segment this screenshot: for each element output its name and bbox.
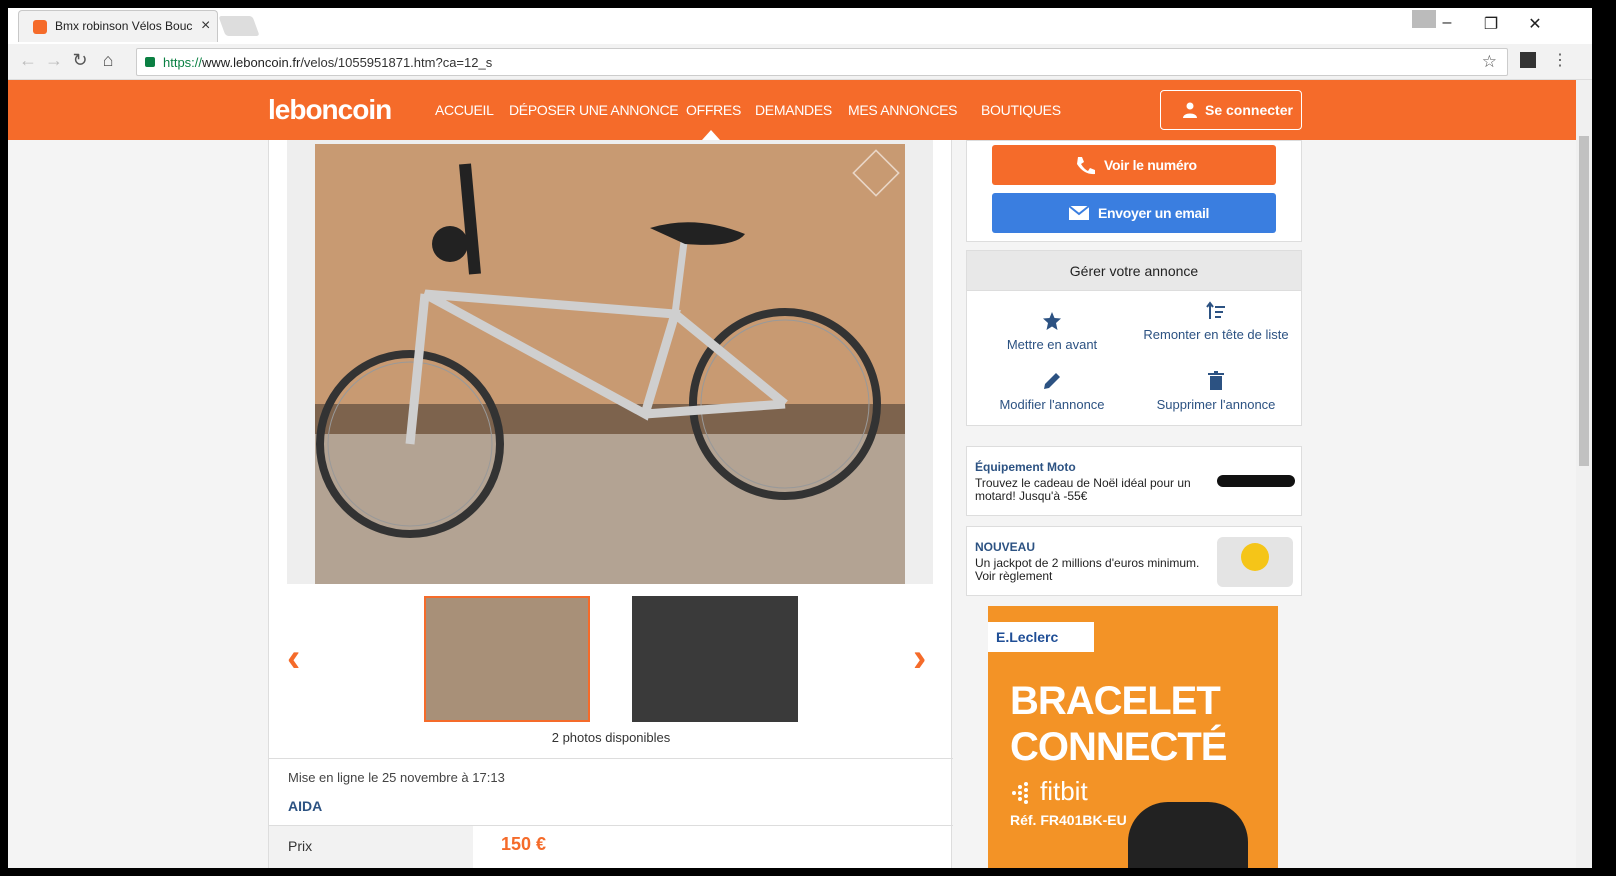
fitbit-dots-icon: [1012, 782, 1028, 804]
posted-date: Mise en ligne le 25 novembre à 17:13: [288, 770, 505, 785]
bracelet-image: [1128, 802, 1248, 868]
price-row: Prix 150 €: [269, 826, 953, 868]
thumbnail-2[interactable]: [632, 596, 798, 722]
send-email-button[interactable]: Envoyer un email: [992, 193, 1276, 233]
nav-deposer[interactable]: Déposer une annonce: [509, 102, 679, 118]
nav-mes-annonces[interactable]: Mes annonces: [848, 102, 958, 118]
page-scrollbar[interactable]: [1576, 80, 1592, 868]
pencil-icon: [1044, 373, 1060, 389]
photos-count: 2 photos disponibles: [551, 730, 671, 745]
nav-boutiques[interactable]: Boutiques: [981, 102, 1061, 118]
chevron-left-icon[interactable]: ‹: [287, 636, 300, 681]
phone-icon: [1077, 157, 1095, 175]
close-tab-icon[interactable]: ×: [201, 17, 210, 35]
thumbnail-1[interactable]: [424, 596, 590, 722]
trash-icon: [1208, 371, 1224, 390]
lock-icon: [145, 57, 155, 67]
browser-window: Bmx robinson Vélos Bouc × – ❐ ✕ ← → ↻ ⌂ …: [8, 8, 1592, 868]
site-logo[interactable]: leboncoin: [268, 94, 392, 126]
tab-strip: Bmx robinson Vélos Bouc × – ❐ ✕: [8, 8, 1592, 44]
contact-card: Voir le numéro Envoyer un email: [966, 140, 1302, 242]
price-value: 150 €: [501, 834, 547, 854]
sort-up-icon: [1206, 301, 1225, 319]
nav-offres[interactable]: Offres: [686, 102, 741, 118]
photo-viewer: [287, 140, 933, 584]
nav-accueil[interactable]: Accueil: [435, 102, 494, 118]
leclerc-logo: E.Leclerc: [988, 622, 1094, 652]
scroll-thumb[interactable]: [1579, 136, 1589, 466]
bump-action[interactable]: Remonter en tête de liste: [1141, 301, 1291, 342]
mail-icon: [1068, 205, 1090, 220]
tab-title: Bmx robinson Vélos Bouc: [55, 19, 193, 33]
browser-toolbar: ← → ↻ ⌂ https://www.leboncoin.fr/velos/1…: [8, 44, 1592, 80]
delete-action[interactable]: Supprimer l'annonce: [1141, 371, 1291, 412]
star-icon: [1043, 312, 1061, 330]
ad-logo: [1217, 475, 1295, 487]
address-bar[interactable]: https://www.leboncoin.fr/velos/105595187…: [136, 48, 1508, 76]
minimize-icon[interactable]: –: [1432, 14, 1462, 32]
new-tab-button[interactable]: [218, 16, 260, 36]
restore-icon[interactable]: ❐: [1476, 14, 1506, 34]
browser-tab[interactable]: Bmx robinson Vélos Bouc ×: [18, 10, 218, 42]
active-nav-caret: [702, 130, 720, 140]
manage-title: Gérer votre annonce: [1069, 263, 1199, 279]
divider: [269, 758, 953, 759]
seller-name[interactable]: AIDA: [288, 798, 322, 814]
product-ref: Réf. FR401BK-EU: [1010, 812, 1127, 828]
url-text: https://www.leboncoin.fr/velos/105595187…: [163, 55, 493, 70]
nav-demandes[interactable]: Demandes: [755, 102, 832, 118]
menu-icon[interactable]: ⋮: [1552, 50, 1568, 70]
login-button[interactable]: Se connecter: [1160, 90, 1302, 130]
manage-header: Gérer votre annonce: [967, 251, 1301, 291]
forward-icon[interactable]: →: [42, 50, 66, 71]
bike-illustration: [316, 163, 881, 538]
ad-title: Équipement Moto: [975, 460, 1076, 474]
user-icon: [1183, 102, 1197, 118]
site-header: leboncoin Accueil Déposer une annonce Of…: [8, 80, 1576, 140]
main-photo[interactable]: [315, 144, 905, 584]
edit-action[interactable]: Modifier l'annonce: [977, 371, 1127, 412]
chevron-right-icon[interactable]: ›: [913, 636, 926, 681]
manage-card: Gérer votre annonce Mettre en avant Remo…: [966, 250, 1302, 426]
reload-icon[interactable]: ↻: [68, 50, 92, 71]
listing-main: ‹ › 2 photos disponibles Mise en ligne l…: [268, 140, 953, 868]
leclerc-banner[interactable]: E.Leclerc BRACELET CONNECTÉ fitbit Réf. F…: [988, 606, 1278, 868]
promote-action[interactable]: Mettre en avant: [977, 311, 1127, 352]
ad-title: NOUVEAU: [975, 540, 1036, 554]
page-viewport: leboncoin Accueil Déposer une annonce Of…: [8, 80, 1576, 868]
fitbit-wordmark: fitbit: [1040, 776, 1088, 806]
price-label: Prix: [288, 838, 313, 854]
price-label-cell: Prix: [269, 826, 473, 868]
ad-nouveau[interactable]: NOUVEAU Un jackpot de 2 millions d'euros…: [966, 526, 1302, 596]
banner-headline: BRACELET CONNECTÉ: [1010, 679, 1227, 769]
extension-icon[interactable]: [1520, 52, 1536, 68]
home-icon[interactable]: ⌂: [96, 50, 120, 71]
ad-text: Trouvez le cadeau de Noël idéal pour un …: [975, 476, 1191, 503]
close-window-icon[interactable]: ✕: [1520, 14, 1550, 34]
back-icon[interactable]: ←: [16, 50, 40, 71]
show-number-button[interactable]: Voir le numéro: [992, 145, 1276, 185]
lottery-logo: [1217, 537, 1293, 587]
favicon-icon: [33, 20, 47, 34]
bookmark-star-icon[interactable]: ☆: [1482, 52, 1497, 72]
ad-text: Un jackpot de 2 millions d'euros minimum…: [975, 556, 1200, 583]
ad-equipement-moto[interactable]: Équipement Moto Trouvez le cadeau de Noë…: [966, 446, 1302, 516]
